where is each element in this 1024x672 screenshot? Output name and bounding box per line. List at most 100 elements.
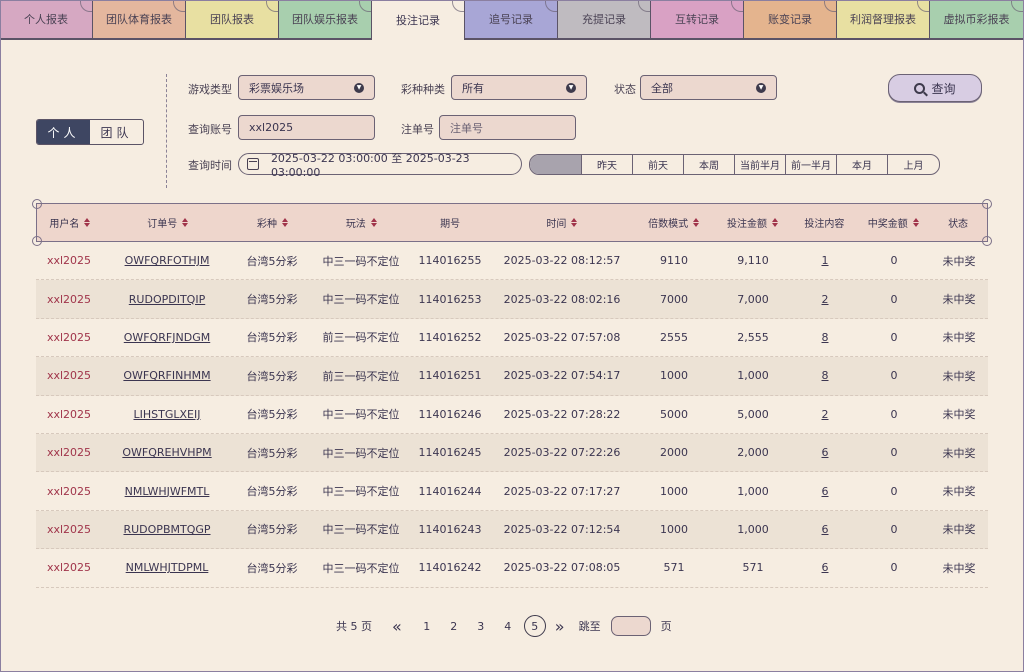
tab-9[interactable]: 利润督理报表 xyxy=(837,0,930,40)
table-cell: 中三一码不定位 xyxy=(312,406,410,422)
cell-order-id[interactable]: RUDOPDITQIP xyxy=(129,293,205,306)
column-header-5[interactable]: 时间 xyxy=(490,215,634,230)
cell-bet-content[interactable]: 8 xyxy=(822,369,829,382)
cell-order-id[interactable]: LIHSTGLXEIJ xyxy=(134,408,201,421)
cell-win-amount: 0 xyxy=(890,561,898,575)
column-header-1[interactable]: 订单号 xyxy=(103,215,233,230)
status-select[interactable]: 全部 ▼ xyxy=(640,75,777,100)
sort-icon[interactable] xyxy=(371,218,377,227)
sort-icon[interactable] xyxy=(571,218,577,227)
cell-win-amount: 0 xyxy=(890,292,898,306)
quick-range-3[interactable]: 本周 xyxy=(684,155,735,174)
order-placeholder: 注单号 xyxy=(450,121,483,135)
query-button[interactable]: 查询 xyxy=(888,74,982,102)
tab-7[interactable]: 互转记录 xyxy=(651,0,744,40)
table-cell: 114016255 xyxy=(410,254,490,267)
quick-range-1[interactable]: 昨天 xyxy=(582,155,633,174)
cell-multiplier: 7000 xyxy=(660,292,688,306)
sort-icon[interactable] xyxy=(84,218,90,227)
cell-bet-content[interactable]: 6 xyxy=(822,446,829,459)
table-cell: 前三一码不定位 xyxy=(312,368,410,384)
game-type-select[interactable]: 彩票娱乐场 ▼ xyxy=(238,75,375,100)
table-cell: 2 xyxy=(792,408,858,421)
cell-bet-content[interactable]: 2 xyxy=(822,293,829,306)
sort-icon[interactable] xyxy=(913,218,919,227)
column-header-7[interactable]: 投注金额 xyxy=(714,215,792,230)
column-header-label: 倍数模式 xyxy=(648,219,689,230)
quick-range-2[interactable]: 前天 xyxy=(633,155,684,174)
tab-1[interactable]: 团队体育报表 xyxy=(93,0,186,40)
account-input[interactable]: xxl2025 xyxy=(238,115,375,140)
page-button[interactable]: 3 xyxy=(470,615,492,637)
page-button[interactable]: 2 xyxy=(443,615,465,637)
quick-range-7[interactable]: 上月 xyxy=(888,155,939,174)
sort-icon[interactable] xyxy=(182,218,188,227)
cell-order-id[interactable]: OWFQREHVHPM xyxy=(122,446,211,459)
cell-order-id[interactable]: OWFQRFINHMM xyxy=(123,369,210,382)
cell-order-id[interactable]: OWFQRFJNDGM xyxy=(124,331,210,344)
column-header-label: 玩法 xyxy=(345,219,366,230)
order-input[interactable]: 注单号 xyxy=(439,115,576,140)
quick-range-4[interactable]: 当前半月 xyxy=(735,155,786,174)
page-button[interactable]: 5 xyxy=(523,615,546,637)
table-body: xxl2025 OWFQRFOTHJM 台湾5分彩 中三一码不定位 114016255 2… xyxy=(36,242,988,588)
date-range-input[interactable]: 2025-03-22 03:00:00 至 2025-03-23 03:00:0… xyxy=(238,152,522,179)
cell-bet-content[interactable]: 6 xyxy=(822,523,829,536)
toggle-team[interactable]: 团队 xyxy=(90,120,143,144)
column-header-4[interactable]: 期号 xyxy=(410,215,490,230)
cell-bet-content[interactable]: 2 xyxy=(822,408,829,421)
toggle-personal[interactable]: 个人 xyxy=(37,120,90,144)
quick-range-0[interactable] xyxy=(530,155,582,174)
tab-10[interactable]: 虚拟币彩报表 xyxy=(930,0,1024,40)
sort-icon[interactable] xyxy=(772,218,778,227)
tab-2[interactable]: 团队报表 xyxy=(186,0,279,40)
cell-status: 未中奖 xyxy=(942,523,976,537)
tab-5[interactable]: 追号记录 xyxy=(465,0,558,40)
cell-play: 中三一码不定位 xyxy=(322,446,400,460)
tab-3[interactable]: 团队娱乐报表 xyxy=(279,0,372,40)
cell-bet-content[interactable]: 6 xyxy=(822,485,829,498)
column-header-8[interactable]: 投注内容 xyxy=(791,215,857,230)
cell-order-id[interactable]: RUDOPBMTQGP xyxy=(123,523,210,536)
tab-6[interactable]: 充提记录 xyxy=(558,0,651,40)
time-label: 查询时间 xyxy=(188,159,232,172)
cell-multiplier: 1000 xyxy=(660,369,688,383)
first-page-icon[interactable]: « xyxy=(392,617,402,636)
cell-order-id[interactable]: NMLWHJWFMTL xyxy=(125,485,210,498)
cell-time: 2025-03-22 07:28:22 xyxy=(503,407,621,421)
table-row: xxl2025 OWFQRFOTHJM 台湾5分彩 中三一码不定位 114016255 2… xyxy=(36,242,988,281)
sort-icon[interactable] xyxy=(693,218,699,227)
tab-0[interactable]: 个人报表 xyxy=(0,0,93,40)
lottery-kind-select[interactable]: 所有 ▼ xyxy=(451,75,587,100)
column-header-10[interactable]: 状态 xyxy=(929,215,987,230)
column-header-6[interactable]: 倍数模式 xyxy=(634,215,714,230)
jump-input[interactable] xyxy=(610,616,651,636)
tab-8[interactable]: 账变记录 xyxy=(744,0,837,40)
page-button[interactable]: 1 xyxy=(416,615,438,637)
cell-bet-content[interactable]: 1 xyxy=(822,254,829,267)
tab-4[interactable]: 投注记录 xyxy=(372,0,465,40)
cell-issue: 114016252 xyxy=(418,330,482,344)
tab-label: 团队娱乐报表 xyxy=(292,13,358,26)
table-row: xxl2025 OWFQRFJNDGM 台湾5分彩 前三一码不定位 114016252 2… xyxy=(36,319,988,358)
cell-status: 未中奖 xyxy=(942,446,976,460)
sort-icon[interactable] xyxy=(282,218,288,227)
cell-play: 中三一码不定位 xyxy=(322,485,400,499)
cell-multiplier: 571 xyxy=(663,561,685,575)
column-header-3[interactable]: 玩法 xyxy=(312,215,410,230)
cell-order-id[interactable]: NMLWHJTDPML xyxy=(126,561,209,574)
column-header-0[interactable]: 用户名 xyxy=(37,215,103,230)
column-header-label: 彩种 xyxy=(257,219,277,230)
last-page-icon[interactable]: » xyxy=(555,617,565,636)
column-header-9[interactable]: 中奖金额 xyxy=(857,215,929,230)
date-range-value: 2025-03-22 03:00:00 至 2025-03-23 03:00:0… xyxy=(270,151,470,179)
page-button[interactable]: 4 xyxy=(497,615,519,637)
cell-bet-content[interactable]: 8 xyxy=(822,331,829,344)
quick-range-6[interactable]: 本月 xyxy=(837,155,888,174)
cell-order-id[interactable]: OWFQRFOTHJM xyxy=(125,254,210,267)
cell-bet-content[interactable]: 6 xyxy=(822,561,829,574)
quick-range-5[interactable]: 前一半月 xyxy=(786,155,837,174)
table-cell: 未中奖 xyxy=(930,560,988,576)
column-header-2[interactable]: 彩种 xyxy=(233,215,313,230)
tab-label: 虚拟币彩报表 xyxy=(943,13,1010,26)
